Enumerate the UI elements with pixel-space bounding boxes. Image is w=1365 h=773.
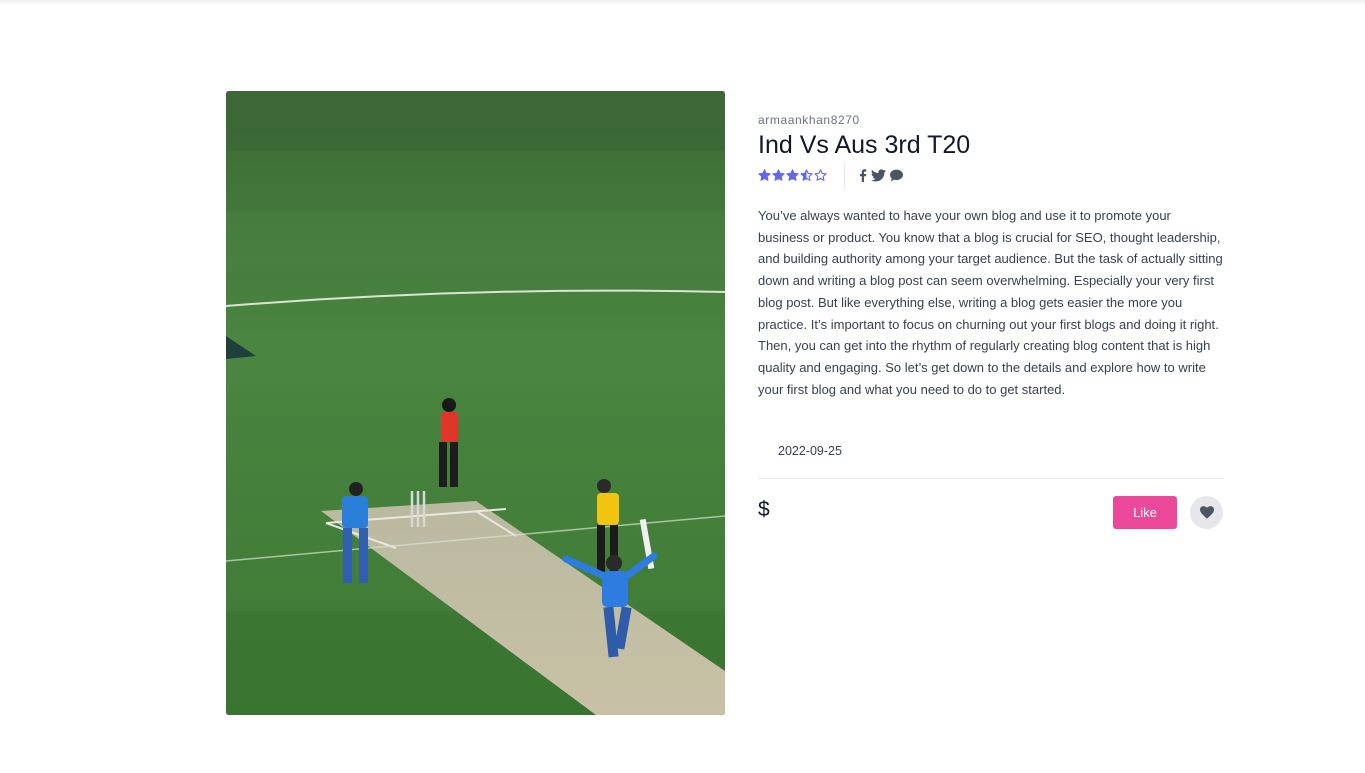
author-name[interactable]: armaankhan8270 xyxy=(758,112,860,128)
post-description: You’ve always wanted to have your own bl… xyxy=(758,208,1223,397)
star-icon xyxy=(772,169,785,181)
star-icon xyxy=(814,169,827,181)
top-shadow xyxy=(0,0,1365,6)
twitter-icon[interactable] xyxy=(871,169,886,182)
comment-icon[interactable] xyxy=(890,169,903,182)
divider xyxy=(758,478,1224,479)
favorite-button[interactable] xyxy=(1190,496,1223,529)
like-button[interactable]: Like xyxy=(1113,496,1177,529)
meta-divider xyxy=(844,162,845,190)
star-icon xyxy=(758,169,771,181)
meta-row xyxy=(758,162,958,190)
heart-icon xyxy=(1199,506,1214,519)
star-icon xyxy=(786,169,799,181)
star-icon xyxy=(800,169,813,181)
post-title: Ind Vs Aus 3rd T20 xyxy=(758,131,971,159)
share-icons xyxy=(858,169,903,182)
price: $ xyxy=(758,498,770,521)
post-date: 2022-09-25 xyxy=(778,444,842,458)
post-image xyxy=(226,91,725,715)
facebook-icon[interactable] xyxy=(858,169,867,182)
rating-stars xyxy=(758,169,827,182)
